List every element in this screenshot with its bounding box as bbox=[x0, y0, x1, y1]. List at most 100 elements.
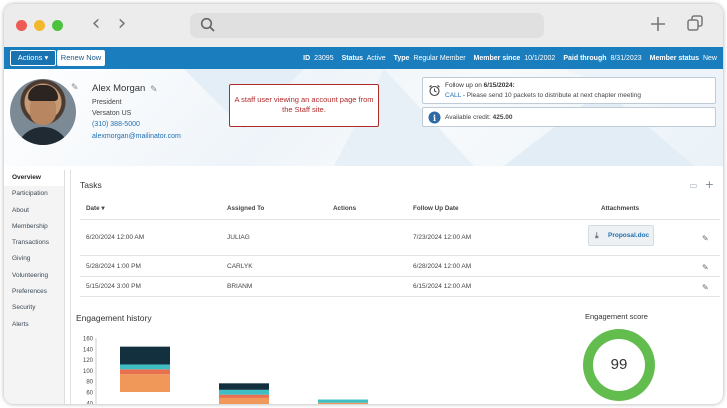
engagement-score-gauge: 99 bbox=[583, 329, 655, 401]
sidebar-item-transactions[interactable]: Transactions bbox=[4, 235, 64, 251]
svg-text:i: i bbox=[433, 113, 436, 123]
chart-bar-segment bbox=[219, 383, 269, 390]
cell-assigned: BRIANM bbox=[227, 283, 253, 290]
alarm-clock-icon bbox=[429, 85, 440, 97]
sidebar-item-volunteering[interactable]: Volunteering bbox=[4, 268, 64, 284]
info-icon: i bbox=[428, 111, 441, 124]
meta-member-status: Member status New bbox=[649, 54, 717, 62]
sidebar-item-preferences[interactable]: Preferences bbox=[4, 284, 64, 300]
edit-profile-icon[interactable]: ✎ bbox=[150, 85, 158, 95]
y-tick-label: 40 bbox=[86, 401, 93, 404]
chart-bar-segment bbox=[120, 369, 170, 375]
divider bbox=[80, 255, 720, 256]
maximize-window-button[interactable] bbox=[52, 20, 63, 31]
forward-button[interactable]: › bbox=[111, 13, 133, 37]
cell-assigned: JULIAG bbox=[227, 234, 250, 241]
profile-header: ✎ Alex Morgan ✎ President Versaton US (3… bbox=[4, 69, 723, 166]
column-date[interactable]: Date ▾ bbox=[86, 205, 105, 212]
y-tick-label: 80 bbox=[86, 380, 93, 386]
cell-followup: 6/28/2024 12:00 AM bbox=[413, 263, 472, 270]
engagement-score-value: 99 bbox=[593, 339, 645, 391]
annotation-callout: A staff user viewing an account page fro… bbox=[229, 84, 379, 127]
profile-title: President bbox=[92, 99, 122, 106]
profile-company: Versaton US bbox=[92, 110, 132, 117]
column-actions: Actions bbox=[333, 205, 357, 212]
chart-bar-segment bbox=[318, 399, 368, 403]
profile-email[interactable]: alexmorgan@mailinator.com bbox=[92, 133, 181, 140]
cell-date: 5/15/2024 3:00 PM bbox=[86, 283, 141, 290]
meta-id: ID 23095 bbox=[303, 54, 334, 62]
back-button[interactable]: ‹ bbox=[85, 13, 107, 37]
view-options-icon[interactable]: ▭ bbox=[690, 181, 698, 190]
close-window-button[interactable] bbox=[16, 20, 27, 31]
credit-card: i Available credit: 425.00 bbox=[422, 107, 716, 127]
cell-followup: 6/15/2024 12:00 AM bbox=[413, 283, 472, 290]
profile-name: Alex Morgan bbox=[92, 83, 146, 94]
actions-dropdown-button[interactable]: Actions ▾ bbox=[10, 50, 56, 66]
tasks-table-header: Date ▾ Assigned To Actions Follow Up Dat… bbox=[80, 205, 720, 217]
chart-bar-segment bbox=[219, 394, 269, 398]
y-tick-label: 140 bbox=[83, 347, 94, 353]
followup-heading: Follow up on 6/15/2024: bbox=[445, 82, 515, 89]
sidebar-item-membership[interactable]: Membership bbox=[4, 219, 64, 235]
add-task-icon[interactable]: + bbox=[705, 178, 714, 191]
divider bbox=[80, 219, 720, 220]
chart-bar-segment bbox=[318, 402, 368, 404]
chart-bar-segment bbox=[219, 389, 269, 395]
engagement-history-chart: 160 140 120 100 80 60 40 bbox=[83, 337, 368, 404]
browser-window: ‹ › Actions ▾ Renew Now ID 23095 Status … bbox=[4, 4, 723, 404]
tasks-title: Tasks bbox=[80, 180, 102, 190]
meta-type: Type Regular Member bbox=[393, 54, 466, 62]
renew-now-button[interactable]: Renew Now bbox=[57, 50, 105, 66]
sidebar-item-giving[interactable]: Giving bbox=[4, 251, 64, 267]
y-tick-label: 120 bbox=[83, 358, 94, 364]
download-icon: ⤓ bbox=[595, 231, 599, 240]
cell-followup: 7/23/2024 12:00 AM bbox=[413, 234, 472, 241]
avatar bbox=[10, 79, 76, 145]
divider bbox=[80, 296, 720, 297]
meta-member-since: Member since 10/1/2002 bbox=[473, 54, 556, 62]
sidebar-item-about[interactable]: About bbox=[4, 203, 64, 219]
edit-row-icon[interactable]: ✎ bbox=[702, 263, 709, 272]
cell-assigned: CARLYK bbox=[227, 263, 253, 270]
meta-paid-through: Paid through 8/31/2023 bbox=[563, 54, 642, 62]
chart-bar-segment bbox=[120, 374, 170, 392]
followup-detail: CALL - Please send 10 packets to distrib… bbox=[445, 92, 641, 99]
followup-card: Follow up on 6/15/2024: CALL - Please se… bbox=[422, 77, 716, 104]
tasks-tools: ▭ + bbox=[690, 178, 714, 191]
address-bar[interactable] bbox=[190, 13, 544, 38]
minimize-window-button[interactable] bbox=[34, 20, 45, 31]
edit-row-icon[interactable]: ✎ bbox=[702, 283, 709, 292]
column-follow-up-date: Follow Up Date bbox=[413, 205, 459, 212]
divider bbox=[80, 276, 720, 277]
y-tick-label: 60 bbox=[86, 391, 93, 397]
attachment-link[interactable]: ⤓ Proposal.doc bbox=[588, 225, 654, 246]
followup-type-link[interactable]: CALL bbox=[445, 92, 461, 99]
account-sidebar: Overview Participation About Membership … bbox=[4, 170, 65, 404]
chart-bar-segment bbox=[120, 346, 170, 365]
sidebar-item-alerts[interactable]: Alerts bbox=[4, 317, 64, 333]
new-tab-icon[interactable] bbox=[649, 14, 667, 34]
engagement-score-title: Engagement score bbox=[585, 312, 648, 321]
column-assigned-to: Assigned To bbox=[227, 205, 265, 212]
sidebar-item-overview[interactable]: Overview bbox=[4, 170, 64, 187]
edit-photo-icon[interactable]: ✎ bbox=[71, 83, 79, 93]
chart-bar-segment bbox=[219, 397, 269, 404]
column-attachments: Attachments bbox=[601, 205, 640, 212]
cell-date: 6/20/2024 12:00 AM bbox=[86, 234, 145, 241]
profile-phone[interactable]: (310) 388-5000 bbox=[92, 121, 140, 128]
edit-row-icon[interactable]: ✎ bbox=[702, 234, 709, 243]
credit-text: Available credit: 425.00 bbox=[445, 114, 513, 121]
browser-chrome: ‹ › bbox=[4, 4, 723, 47]
y-tick-label: 100 bbox=[83, 369, 94, 375]
account-meta: ID 23095 Status Active Type Regular Memb… bbox=[303, 47, 717, 69]
tabs-overview-icon[interactable] bbox=[685, 14, 705, 34]
account-toolbar: Actions ▾ Renew Now ID 23095 Status Acti… bbox=[4, 47, 723, 69]
chart-bar-segment bbox=[120, 364, 170, 370]
y-tick-label: 160 bbox=[83, 337, 94, 343]
meta-status: Status Active bbox=[341, 54, 386, 62]
search-icon bbox=[200, 17, 215, 32]
sidebar-item-participation[interactable]: Participation bbox=[4, 186, 64, 202]
engagement-history-title: Engagement history bbox=[76, 313, 152, 323]
sidebar-item-security[interactable]: Security bbox=[4, 300, 64, 316]
